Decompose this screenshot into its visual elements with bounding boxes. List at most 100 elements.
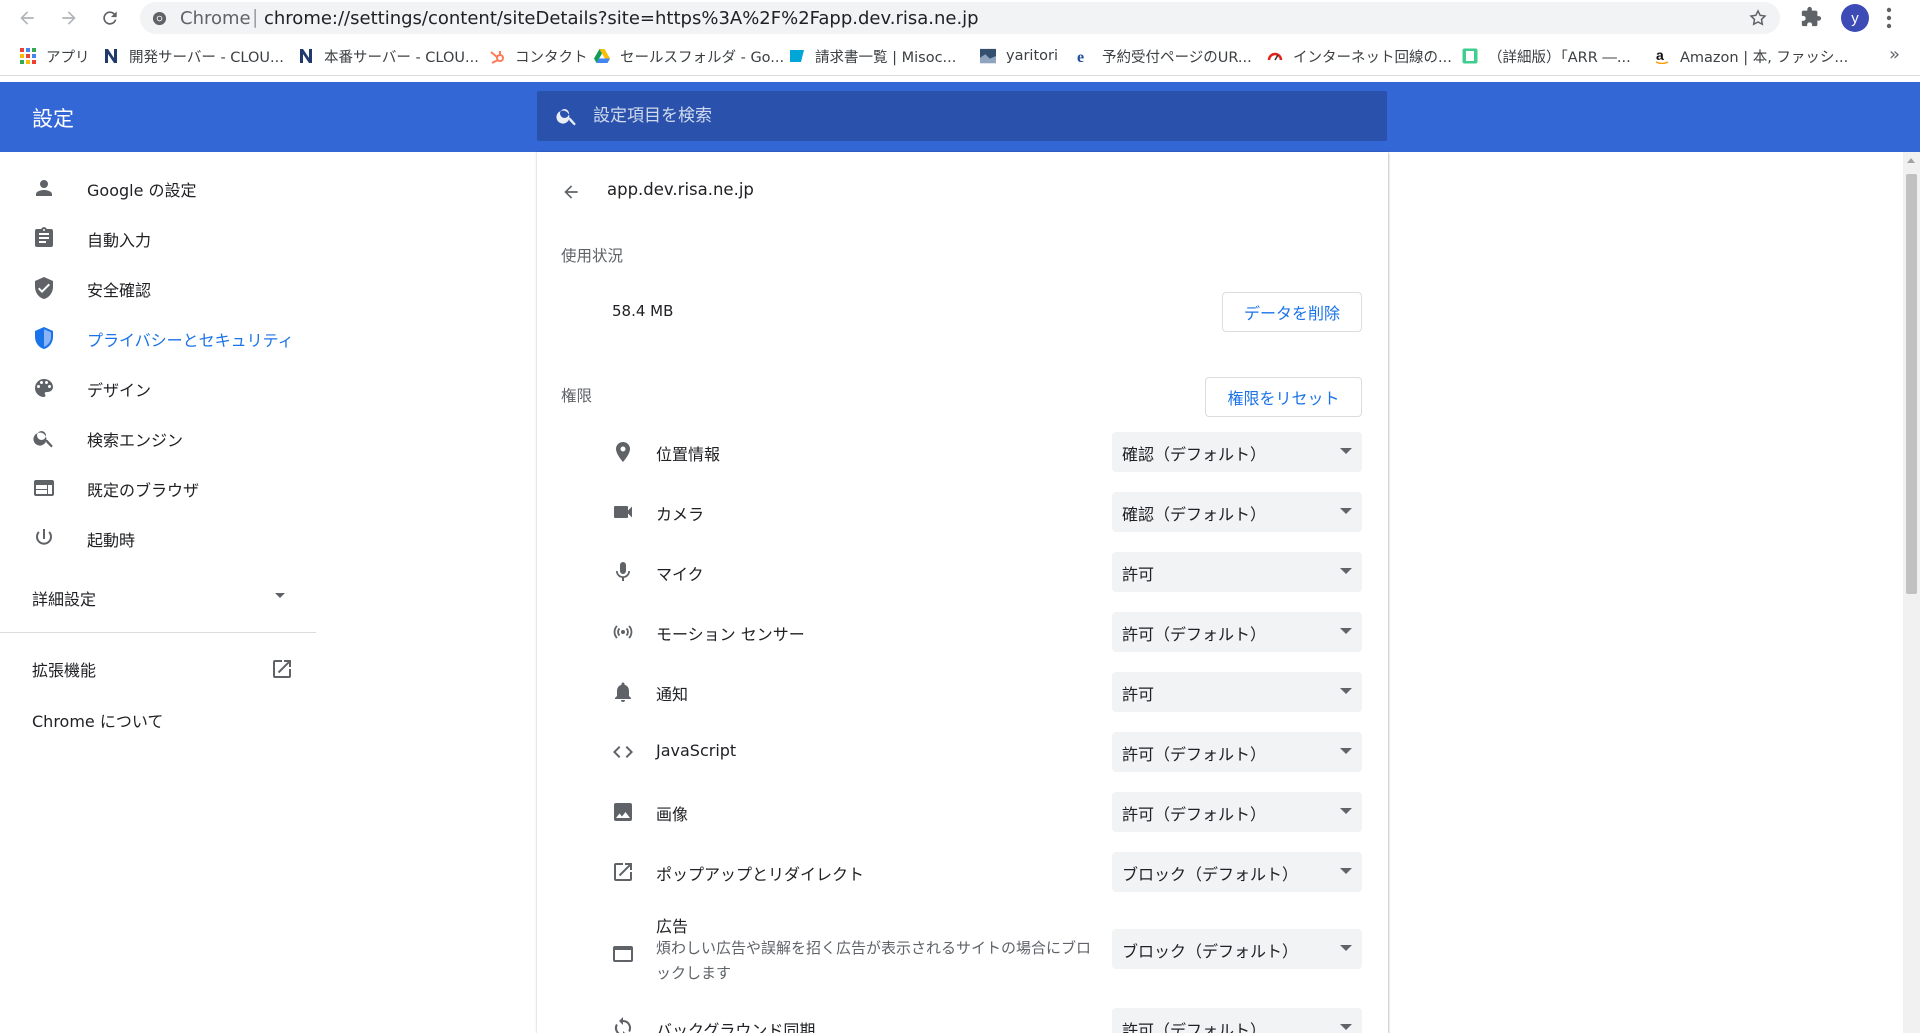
scrollbar-thumb[interactable] — [1906, 174, 1917, 594]
bookmark-label: コンタクト — [515, 49, 588, 66]
bookmarks-overflow-chevron[interactable]: » — [1889, 44, 1900, 65]
bookmark-label: 予約受付ページのUR... — [1102, 49, 1252, 66]
back-arrow-icon[interactable] — [557, 178, 585, 206]
dropdown-arrow-icon — [1340, 1024, 1352, 1030]
bookmark-apps[interactable]: アプリ — [20, 46, 90, 66]
sidebar-item-google[interactable]: Google の設定 — [0, 164, 316, 212]
amazon-icon: a — [1654, 48, 1670, 64]
sidebar-item-design[interactable]: デザイン — [0, 364, 316, 412]
permission-label: 位置情報 — [656, 445, 721, 464]
permission-row-motion-sensors: モーション センサー 許可（デフォルト） — [537, 612, 1388, 652]
permission-select-value: 許可 — [1122, 565, 1155, 584]
permission-label: 通知 — [656, 685, 689, 704]
sidebar-item-default-browser[interactable]: 既定のブラウザ — [0, 464, 316, 512]
sidebar-item-autofill[interactable]: 自動入力 — [0, 214, 316, 262]
browser-toolbar: Chrome | chrome://settings/content/siteD… — [0, 0, 1920, 36]
omnibox-separator: | — [252, 6, 259, 28]
permission-select-value: 確認（デフォルト） — [1122, 505, 1267, 524]
chevron-down-icon[interactable] — [274, 592, 286, 600]
bookmark-contact[interactable]: コンタクト — [489, 46, 588, 66]
bookmark-yaritori[interactable]: yaritori — [980, 46, 1058, 66]
chrome-icon — [152, 11, 167, 26]
bookmark-amazon[interactable]: a Amazon | 本, ファッシ... — [1654, 46, 1848, 66]
shield-check-icon — [32, 276, 56, 300]
dropdown-arrow-icon — [1340, 748, 1352, 754]
permission-select-background-sync[interactable]: 許可（デフォルト） — [1112, 1008, 1362, 1033]
sensors-icon — [611, 620, 635, 644]
permission-select-javascript[interactable]: 許可（デフォルト） — [1112, 732, 1362, 772]
reset-permissions-button[interactable]: 権限をリセット — [1205, 377, 1362, 417]
browser-icon — [32, 476, 56, 500]
permission-row-popups: ポップアップとリダイレクト ブロック（デフォルト） — [537, 852, 1388, 892]
permission-row-location: 位置情報 確認（デフォルト） — [537, 432, 1388, 472]
permission-select-microphone[interactable]: 許可 — [1112, 552, 1362, 592]
permission-label: ポップアップとリダイレクト — [656, 865, 865, 884]
permission-select-motion-sensors[interactable]: 許可（デフォルト） — [1112, 612, 1362, 652]
permission-label: バックグラウンド同期 — [656, 1021, 816, 1033]
permission-select-location[interactable]: 確認（デフォルト） — [1112, 432, 1362, 472]
permission-row-images: 画像 許可（デフォルト） — [537, 792, 1388, 832]
dropdown-arrow-icon — [1340, 688, 1352, 694]
permission-select-value: 確認（デフォルト） — [1122, 445, 1267, 464]
bookmark-label: Amazon | 本, ファッシ... — [1680, 49, 1849, 66]
sidebar-extensions-link[interactable]: 拡張機能 — [32, 657, 96, 681]
profile-avatar[interactable]: y — [1841, 4, 1869, 32]
sidebar-item-search-engine[interactable]: 検索エンジン — [0, 414, 316, 462]
yaritori-icon — [980, 48, 996, 64]
permission-label: 画像 — [656, 805, 689, 824]
site-origin-title: app.dev.risa.ne.jp — [607, 180, 754, 199]
permission-select-camera[interactable]: 確認（デフォルト） — [1112, 492, 1362, 532]
permission-label: モーション センサー — [656, 625, 805, 644]
star-icon[interactable] — [1748, 8, 1768, 28]
dropdown-arrow-icon — [1340, 945, 1352, 951]
permission-select-value: ブロック（デフォルト） — [1122, 942, 1299, 961]
forward-arrow-icon[interactable] — [56, 5, 82, 31]
bookmark-invoices[interactable]: 請求書一覧 | Misoc... — [789, 46, 956, 66]
bookmark-prod-server[interactable]: 本番サーバー - CLOU... — [298, 46, 479, 66]
sidebar-item-label: 既定のブラウザ — [87, 481, 200, 500]
sidebar-item-label: 安全確認 — [87, 281, 152, 300]
open-in-new-icon[interactable] — [270, 657, 294, 681]
image-icon — [611, 800, 635, 824]
sidebar-divider — [0, 632, 316, 633]
bookmark-sales-folder[interactable]: セールスフォルダ - Go... — [594, 46, 784, 66]
scroll-up-arrow-icon[interactable] — [1907, 158, 1915, 163]
more-menu-icon[interactable] — [1886, 7, 1892, 29]
bookmark-internet[interactable]: インターネット回線の... — [1267, 46, 1452, 66]
permissions-section-title: 権限 — [561, 387, 593, 405]
bookmark-dev-server[interactable]: 開発サーバー - CLOU... — [103, 46, 284, 66]
bookmark-arr[interactable]: （詳細版）「ARR ―... — [1462, 46, 1631, 66]
permission-row-microphone: マイク 許可 — [537, 552, 1388, 592]
sidebar-item-label: プライバシーとセキュリティ — [87, 331, 294, 350]
sidebar-about-chrome[interactable]: Chrome について — [32, 708, 163, 732]
dropdown-arrow-icon — [1340, 808, 1352, 814]
permission-select-notifications[interactable]: 許可 — [1112, 672, 1362, 712]
dropdown-arrow-icon — [1340, 568, 1352, 574]
sidebar-item-privacy-security[interactable]: プライバシーとセキュリティ — [0, 314, 316, 362]
sync-icon — [611, 1016, 635, 1033]
page-title: 設定 — [32, 107, 74, 131]
sidebar-item-safety-check[interactable]: 安全確認 — [0, 264, 316, 312]
sidebar-advanced[interactable]: 詳細設定 — [32, 586, 96, 610]
address-bar[interactable]: Chrome | chrome://settings/content/siteD… — [140, 2, 1780, 34]
permission-select-images[interactable]: 許可（デフォルト） — [1112, 792, 1362, 832]
extensions-puzzle-icon[interactable] — [1800, 6, 1822, 28]
settings-search-input[interactable] — [593, 91, 1373, 141]
bookmark-label: インターネット回線の... — [1293, 49, 1452, 66]
code-icon — [611, 740, 635, 764]
back-arrow-icon[interactable] — [14, 5, 40, 31]
url-text[interactable]: chrome://settings/content/siteDetails?si… — [264, 8, 979, 29]
permission-select-ads[interactable]: ブロック（デフォルト） — [1112, 929, 1362, 969]
dropdown-arrow-icon — [1340, 448, 1352, 454]
permission-select-popups[interactable]: ブロック（デフォルト） — [1112, 852, 1362, 892]
permission-label: マイク — [656, 565, 704, 584]
page-scrollbar[interactable] — [1903, 152, 1920, 1033]
settings-search-box[interactable] — [537, 91, 1387, 141]
bookmark-reservation[interactable]: e 予約受付ページのUR... — [1076, 46, 1252, 66]
bookmark-label: セールスフォルダ - Go... — [620, 49, 785, 66]
ie-icon: e — [1076, 48, 1092, 64]
clear-data-button[interactable]: データを削除 — [1222, 292, 1362, 332]
sidebar-item-on-startup[interactable]: 起動時 — [0, 514, 316, 562]
usage-size: 58.4 MB — [612, 302, 674, 320]
reload-icon[interactable] — [97, 5, 123, 31]
